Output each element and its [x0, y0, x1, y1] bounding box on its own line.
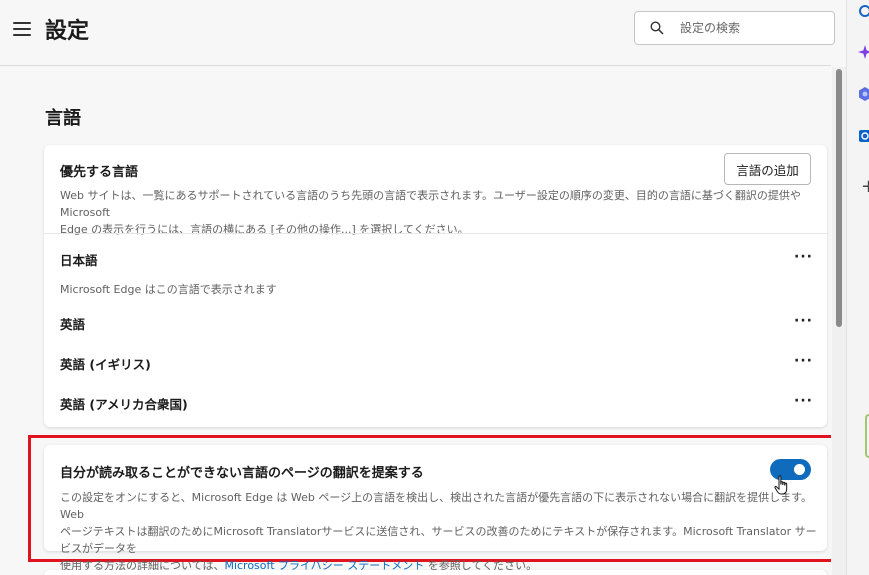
preferred-languages-card: 優先する言語 言語の追加 Web サイトは、一覧にあるサポートされている言語のう… [44, 145, 827, 427]
plus-icon[interactable]: + [861, 176, 869, 197]
scrollbar-thumb[interactable] [836, 69, 842, 327]
search-icon [650, 21, 664, 35]
preferred-languages-heading: 優先する言語 [60, 165, 139, 180]
menu-icon[interactable] [13, 22, 31, 36]
translate-offer-card: 自分が読み取ることができない言語のページの翻訳を提案する この設定をオンにすると… [44, 445, 827, 572]
preferred-languages-description: Web サイトは、一覧にあるサポートされている言語のうち先頭の言語で表示されます… [60, 189, 801, 236]
search-input[interactable] [680, 18, 828, 38]
sidebar-panel-edge [865, 414, 869, 458]
vertical-scrollbar[interactable] [832, 67, 846, 575]
language-name: 日本語 [60, 253, 98, 268]
shopping-icon[interactable] [858, 86, 869, 102]
search-icon[interactable] [858, 4, 869, 20]
search-box[interactable] [634, 11, 835, 45]
language-name: 英語 [60, 317, 86, 332]
language-item-english-uk: 英語 (イギリス) [60, 354, 800, 373]
copilot-icon[interactable] [858, 44, 869, 60]
outlook-icon[interactable] [858, 128, 869, 144]
edge-sidebar: + [846, 0, 869, 575]
hand-pointer-icon [774, 475, 788, 495]
more-actions-icon[interactable]: ··· [794, 394, 812, 408]
language-name: 英語 (アメリカ合衆国) [60, 397, 188, 412]
language-item-japanese: 日本語 Microsoft Edge はこの言語で表示されます [60, 250, 800, 297]
header-bar: 設定 [0, 0, 835, 66]
toggle-knob [794, 464, 805, 475]
language-subtext: Microsoft Edge はこの言語で表示されます [60, 283, 277, 296]
add-language-button[interactable]: 言語の追加 [724, 153, 811, 185]
translate-heading: 自分が読み取ることができない言語のページの翻訳を提案する [60, 466, 424, 481]
translate-description: この設定をオンにすると、Microsoft Edge は Web ページ上の言語… [60, 491, 817, 572]
language-item-english-us: 英語 (アメリカ合衆国) [60, 394, 800, 413]
settings-content: 言語 優先する言語 言語の追加 Web サイトは、一覧にあるサポートされている言… [0, 67, 831, 575]
more-actions-icon[interactable]: ··· [794, 354, 812, 368]
more-actions-icon[interactable]: ··· [794, 250, 812, 264]
page-title: 設定 [45, 19, 90, 44]
section-title: 言語 [45, 108, 81, 129]
divider [44, 233, 827, 234]
language-item-english: 英語 [60, 314, 800, 333]
language-name: 英語 (イギリス) [60, 357, 151, 372]
more-actions-icon[interactable]: ··· [794, 314, 812, 328]
next-card [44, 570, 827, 575]
